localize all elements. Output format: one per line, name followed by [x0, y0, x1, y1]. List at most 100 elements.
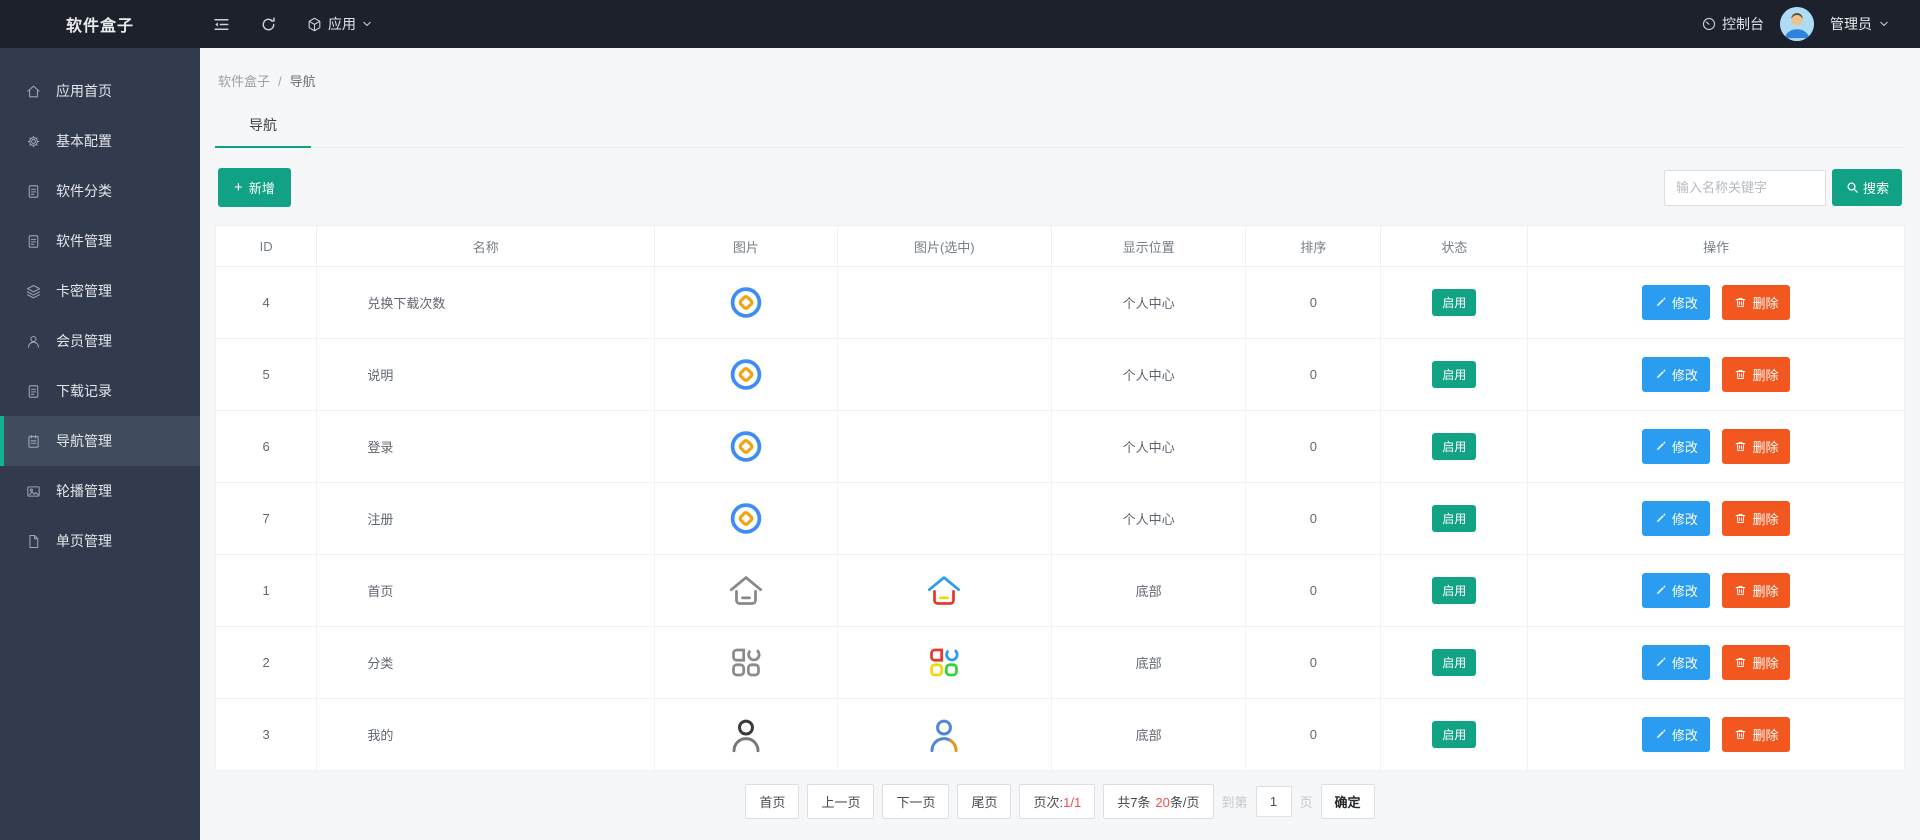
sidebar-item-7[interactable]: 导航管理: [0, 416, 200, 466]
pencil-icon: [1654, 728, 1667, 741]
sidebar-item-5[interactable]: 会员管理: [0, 316, 200, 366]
sidebar-item-0[interactable]: 应用首页: [0, 66, 200, 116]
trash-icon: [1734, 512, 1747, 525]
search-button[interactable]: 搜索: [1832, 169, 1902, 206]
goto-confirm-button[interactable]: 确定: [1321, 784, 1375, 819]
trash-icon: [1734, 584, 1747, 597]
cell-position: 个人中心: [1052, 411, 1246, 483]
column-header: ID: [216, 226, 317, 267]
cell-name: 分类: [317, 627, 655, 699]
per-page-value: 20: [1155, 795, 1169, 810]
delete-button[interactable]: 删除: [1722, 573, 1790, 608]
edit-button[interactable]: 修改: [1642, 573, 1710, 608]
cell-status: 启用: [1381, 267, 1528, 339]
sidebar-item-9[interactable]: 单页管理: [0, 516, 200, 566]
tab-bar: 导航: [215, 107, 1905, 148]
user-icon: [25, 333, 42, 350]
collapse-sidebar-icon[interactable]: [212, 15, 231, 34]
cell-actions: 修改 删除: [1528, 555, 1905, 627]
cell-name: 说明: [317, 339, 655, 411]
home-gray-icon: [727, 572, 765, 609]
sidebar-item-label: 软件管理: [56, 231, 112, 251]
nav-table: ID名称图片图片(选中)显示位置排序状态操作 4 兑换下载次数 个人中心 0 启…: [215, 225, 1905, 771]
refresh-icon[interactable]: [259, 15, 278, 34]
edit-button[interactable]: 修改: [1642, 645, 1710, 680]
edit-button[interactable]: 修改: [1642, 429, 1710, 464]
file-icon: [25, 533, 42, 550]
tab-navigation[interactable]: 导航: [215, 107, 311, 148]
edit-button[interactable]: 修改: [1642, 501, 1710, 536]
delete-button[interactable]: 删除: [1722, 717, 1790, 752]
avatar[interactable]: [1780, 7, 1814, 41]
page-prev-button[interactable]: 上一页: [807, 784, 874, 819]
user-menu[interactable]: 管理员: [1830, 14, 1890, 34]
cell-image: [655, 483, 837, 555]
sidebar-item-1[interactable]: 基本配置: [0, 116, 200, 166]
console-label: 控制台: [1722, 14, 1764, 34]
goto-unit: 页: [1300, 792, 1313, 811]
app-menu-dropdown[interactable]: 应用: [306, 14, 373, 34]
breadcrumb: 软件盒子/导航: [218, 71, 1905, 90]
cell-position: 个人中心: [1052, 267, 1246, 339]
sidebar-item-8[interactable]: 轮播管理: [0, 466, 200, 516]
column-header: 操作: [1528, 226, 1905, 267]
pencil-icon: [1654, 656, 1667, 669]
delete-button[interactable]: 删除: [1722, 357, 1790, 392]
edit-button[interactable]: 修改: [1642, 357, 1710, 392]
trash-icon: [1734, 440, 1747, 453]
home-icon: [25, 83, 42, 100]
search-area: 搜索: [1664, 169, 1902, 206]
user-name: 管理员: [1830, 14, 1872, 34]
edit-button[interactable]: 修改: [1642, 285, 1710, 320]
delete-button[interactable]: 删除: [1722, 501, 1790, 536]
delete-button[interactable]: 删除: [1722, 285, 1790, 320]
add-button[interactable]: + 新增: [218, 168, 291, 207]
admin-app: 软件盒子 应用 控制台 管理员 应用首页: [0, 0, 1920, 840]
breadcrumb-root[interactable]: 软件盒子: [218, 74, 270, 89]
person-gray-icon: [727, 716, 765, 753]
cell-name: 我的: [317, 699, 655, 771]
sidebar-item-4[interactable]: 卡密管理: [0, 266, 200, 316]
person-color-icon: [925, 716, 963, 753]
cell-name: 首页: [317, 555, 655, 627]
cell-sort: 0: [1246, 411, 1381, 483]
cell-image: [655, 699, 837, 771]
doc-icon: [25, 233, 42, 250]
sidebar: 应用首页 基本配置 软件分类 软件管理 卡密管理 会员管理 下载记录 导航管理 …: [0, 48, 200, 840]
status-badge: 启用: [1432, 433, 1476, 460]
column-header: 图片(选中): [837, 226, 1052, 267]
sidebar-item-label: 卡密管理: [56, 281, 112, 301]
delete-button[interactable]: 删除: [1722, 645, 1790, 680]
sidebar-item-3[interactable]: 软件管理: [0, 216, 200, 266]
status-badge: 启用: [1432, 361, 1476, 388]
page-last-button[interactable]: 尾页: [957, 784, 1011, 819]
cell-sort: 0: [1246, 483, 1381, 555]
page-first-button[interactable]: 首页: [745, 784, 799, 819]
total-info: 共7条20条/页: [1103, 784, 1213, 819]
trash-icon: [1734, 368, 1747, 381]
chevron-down-icon: [361, 18, 373, 30]
edit-button[interactable]: 修改: [1642, 717, 1710, 752]
sidebar-item-label: 软件分类: [56, 181, 112, 201]
table-row: 1 首页 底部 0 启用 修改 删除: [216, 555, 1905, 627]
avatar-image: [1780, 7, 1814, 41]
sidebar-item-2[interactable]: 软件分类: [0, 166, 200, 216]
column-header: 显示位置: [1052, 226, 1246, 267]
toolbar: + 新增 搜索: [218, 168, 1902, 207]
pagination: 首页 上一页 下一页 尾页 页次:1/1 共7条20条/页 到第 页 确定: [215, 784, 1905, 819]
sidebar-item-6[interactable]: 下载记录: [0, 366, 200, 416]
cell-actions: 修改 删除: [1528, 483, 1905, 555]
goto-page-input[interactable]: [1256, 786, 1292, 817]
page-next-button[interactable]: 下一页: [882, 784, 949, 819]
cell-image: [655, 627, 837, 699]
trash-icon: [1734, 656, 1747, 669]
delete-button[interactable]: 删除: [1722, 429, 1790, 464]
page-info-value: 1/1: [1063, 795, 1081, 810]
cell-name: 注册: [317, 483, 655, 555]
cell-id: 1: [216, 555, 317, 627]
console-link[interactable]: 控制台: [1701, 14, 1764, 34]
sidebar-item-label: 单页管理: [56, 531, 112, 551]
app-logo[interactable]: 软件盒子: [0, 12, 200, 36]
grid-color-icon: [925, 644, 963, 681]
search-input[interactable]: [1664, 170, 1826, 206]
